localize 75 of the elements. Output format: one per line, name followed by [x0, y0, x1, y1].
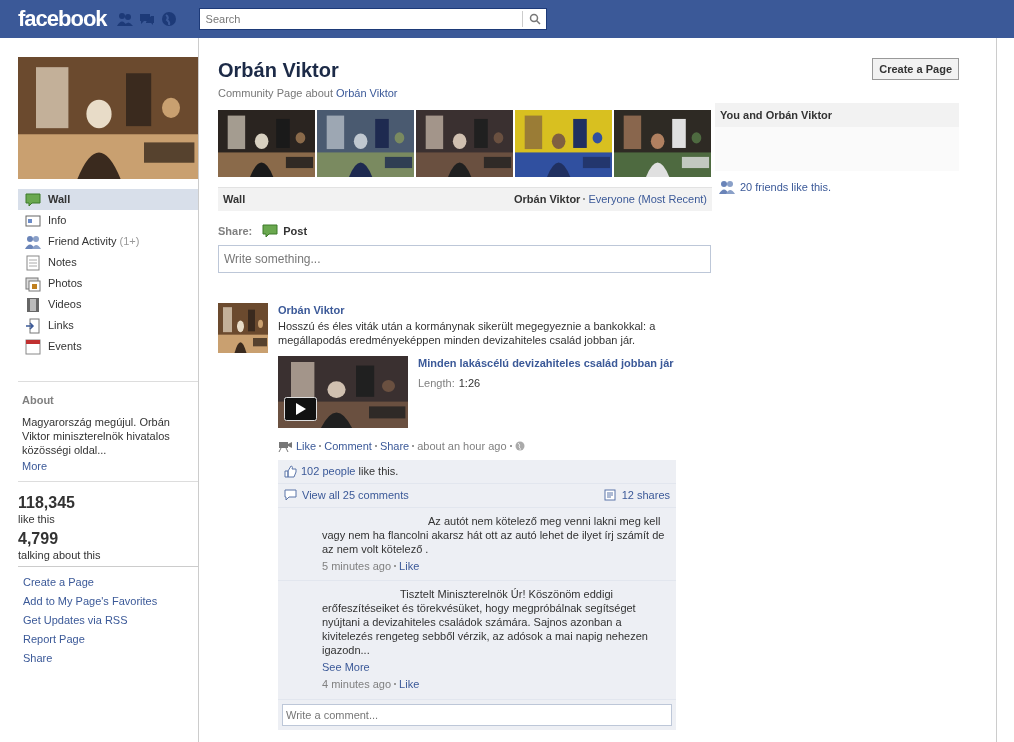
search-icon[interactable] [528, 13, 541, 25]
view-comments-link[interactable]: View all 25 comments [302, 486, 409, 504]
stat-value: 4,799 [18, 529, 60, 548]
link-page-icon [25, 317, 41, 334]
post-time: about an hour ago [417, 439, 507, 454]
people-icon [25, 233, 41, 250]
stat-value: 118,345 [18, 493, 76, 512]
sidebar-link[interactable]: Share [23, 648, 198, 668]
photo-icon [25, 275, 41, 292]
section-heading: You and Orbán Viktor [715, 103, 959, 127]
comment-like-link[interactable]: Like [399, 557, 420, 574]
sidebar-link[interactable]: Add to My Page's Favorites [23, 591, 198, 611]
sidebar-link[interactable]: Create a Page [23, 572, 198, 592]
create-page-button[interactable]: Create a Page [872, 58, 959, 80]
thumbs-up-icon [284, 464, 297, 478]
post-action[interactable]: Comment [324, 438, 372, 455]
card-icon [25, 212, 41, 229]
comment-text: Az autót nem kötelező meg venni lakni meg kell vagy nem ha flancolni akarsz hát ott az autó lehet de ilyet írj számít de az nem volt kötelező . [322, 513, 666, 556]
sidebar-item[interactable]: Photos [18, 273, 198, 294]
video-title[interactable]: Minden lakáscélú devizahiteles család jobban jár [418, 356, 676, 370]
video-camera-icon [278, 440, 293, 453]
sidebar-link[interactable]: Report Page [23, 629, 198, 649]
globe-icon [514, 441, 525, 452]
stat-label: talking about this [18, 547, 102, 562]
filter-link[interactable]: Everyone (Most Recent) [588, 190, 707, 208]
length-label: Length: [418, 376, 455, 391]
comment-icon [284, 489, 297, 501]
film-strip-icon [25, 296, 41, 313]
sidebar-item[interactable]: Events [18, 336, 198, 357]
subtitle-link[interactable]: Orbán Viktor [335, 85, 398, 102]
about-text: Magyarország megújul. Orbán Viktor miniszterelnök hivatalos közösségi oldal... [22, 414, 171, 457]
page-subtitle: Community Page about [218, 86, 333, 101]
document-icon [603, 489, 616, 501]
likes-text: 102 people like this. [301, 463, 399, 479]
post-tab[interactable]: Post [283, 222, 308, 239]
see-more-link[interactable]: See More [322, 660, 670, 674]
friends-icon[interactable] [116, 11, 133, 27]
likes-link[interactable]: 102 people [301, 464, 356, 477]
stat-label: like this [18, 511, 56, 526]
globe-icon[interactable] [160, 11, 177, 27]
people-icon [719, 179, 735, 196]
shares-link[interactable]: 12 shares [621, 486, 670, 504]
sidebar-item[interactable]: Links [18, 315, 198, 336]
post-action[interactable]: Share [379, 438, 410, 455]
wall-tab[interactable]: Wall [223, 190, 246, 208]
comment-field[interactable]: Write a comment... [282, 703, 672, 726]
calendar-icon [25, 338, 41, 355]
status-field[interactable]: Write something... [218, 245, 711, 273]
sidebar-item[interactable]: Notes [18, 252, 198, 273]
length-value: 1:26 [458, 376, 481, 391]
comment-like-link[interactable]: Like [399, 676, 420, 693]
notepad-icon [25, 254, 41, 271]
filter-author: Orbán Viktor [513, 191, 581, 207]
friends-like-link[interactable]: 20 friends like this. [740, 179, 832, 196]
sidebar-link[interactable]: Get Updates via RSS [23, 610, 198, 630]
sidebar-item[interactable]: Wall [18, 189, 198, 210]
sidebar-item[interactable]: Videos [18, 294, 198, 315]
share-label: Share: [218, 223, 253, 239]
comment-time: 4 minutes ago [322, 677, 392, 692]
post-author[interactable]: Orbán Viktor [278, 303, 676, 317]
page-title: Orbán Viktor [218, 58, 340, 82]
comment-time: 5 minutes ago [322, 558, 392, 574]
search-field[interactable]: Search [198, 8, 547, 30]
sidebar-item[interactable]: Friend Activity (1+) [18, 231, 198, 252]
speech-bubble-icon [262, 222, 279, 239]
comment-text: Tisztelt Miniszterelnök Úr! Köszönöm eddigi erőfeszítéseiket és törekvésüket, hogy megpróbálnak segítséget nyújtani a devizahiteles családok számára. Sajnos azonban a kivitelezés rengeteg sebből vérzik, az adósok a mai napig nehezen igazodn... [322, 587, 649, 657]
post-text: Hosszú és éles viták után a kormánynak sikerült megegyeznie a bankokkal: a megállapodás eredményeképpen minden devizahiteles család jobban jár. [278, 319, 657, 347]
speech-bubble-icon [25, 191, 41, 208]
post-action[interactable]: Like [296, 438, 317, 455]
about-heading: About [22, 393, 55, 408]
messages-icon[interactable] [138, 11, 155, 27]
sidebar-item[interactable]: Info [18, 210, 198, 231]
play-button[interactable] [284, 397, 317, 421]
logo[interactable]: facebook [18, 8, 107, 30]
more-link[interactable]: More [22, 458, 194, 473]
